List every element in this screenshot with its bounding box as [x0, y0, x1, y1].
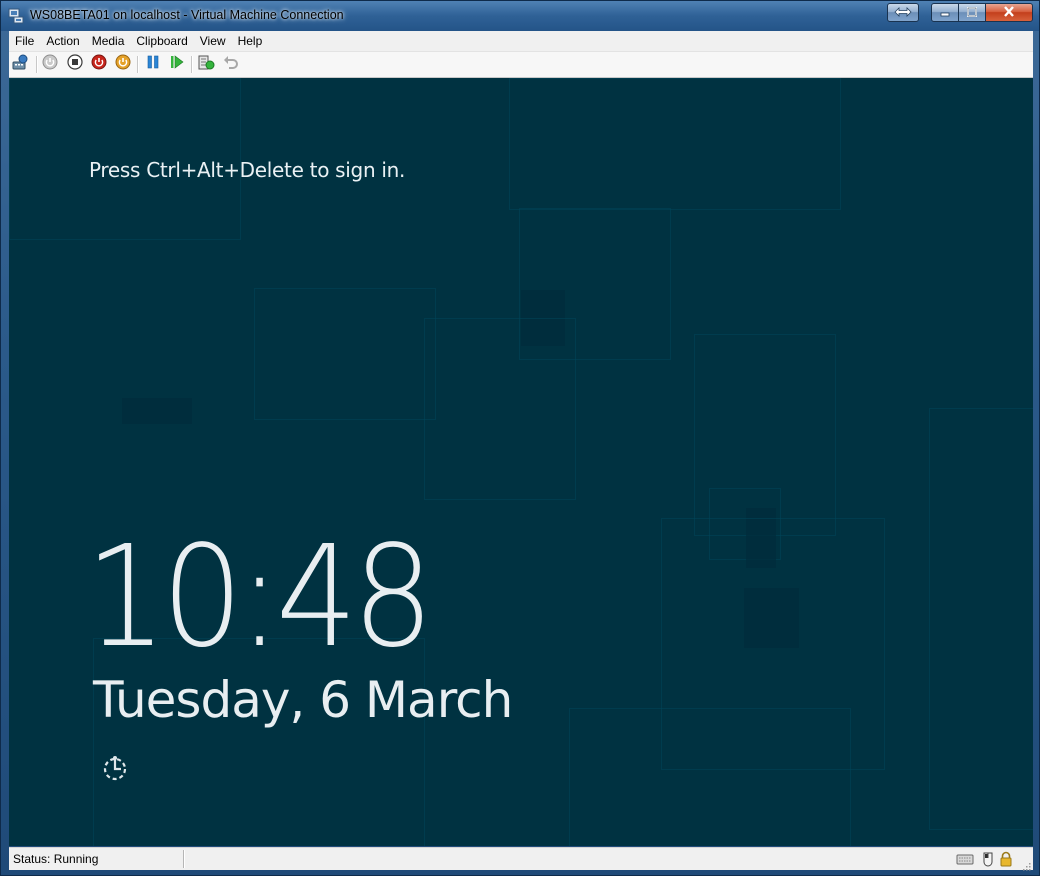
resize-arrows-icon: [894, 4, 912, 22]
toolbar: [9, 52, 1033, 78]
window-title: WS08BETA01 on localhost - Virtual Machin…: [30, 8, 344, 22]
background-tile: [569, 708, 851, 846]
status-divider: [183, 850, 185, 868]
background-tile: [122, 398, 192, 424]
restore-button[interactable]: [958, 3, 986, 22]
lock-screen-date: Tuesday, 6 March: [93, 671, 513, 729]
fullscreen-button[interactable]: [887, 3, 919, 22]
vm-connection-window: WS08BETA01 on localhost - Virtual Machin…: [0, 0, 1040, 876]
mouse-icon: [979, 851, 997, 867]
menu-file[interactable]: File: [9, 31, 40, 51]
revert-button[interactable]: [222, 56, 239, 73]
snapshot-icon: [198, 54, 215, 76]
vm-connection-app-icon: [8, 8, 24, 24]
shut-down-icon: [91, 54, 107, 75]
menu-view[interactable]: View: [194, 31, 232, 51]
reset-icon: [169, 54, 185, 75]
toolbar-separator: [191, 56, 193, 73]
ctrl-alt-del-button[interactable]: [12, 54, 29, 76]
turn-off-icon: [66, 54, 83, 75]
background-tile: [509, 78, 841, 210]
restore-icon: [966, 4, 978, 22]
ctrl-alt-del-icon: [12, 54, 29, 76]
menu-help[interactable]: Help: [232, 31, 269, 51]
save-state-button[interactable]: [114, 54, 131, 75]
reset-button[interactable]: [168, 54, 185, 75]
status-text: Status: Running: [13, 852, 99, 866]
pause-icon: [145, 54, 161, 75]
menu-action[interactable]: Action: [40, 31, 85, 51]
save-icon: [115, 54, 131, 75]
keyboard-icon: [956, 851, 974, 867]
title-bar[interactable]: WS08BETA01 on localhost - Virtual Machin…: [1, 1, 1039, 31]
background-tile: [929, 408, 1033, 830]
pause-button[interactable]: [144, 54, 161, 75]
start-icon: [42, 54, 58, 75]
turn-off-button[interactable]: [66, 54, 83, 75]
menu-media[interactable]: Media: [86, 31, 131, 51]
status-bar: Status: Running: [9, 847, 1033, 871]
vm-display[interactable]: Press Ctrl+Alt+Delete to sign in. 10:48 …: [9, 78, 1033, 846]
minimize-icon: [940, 4, 950, 22]
start-button[interactable]: [41, 54, 58, 75]
lock-screen-clock: 10:48: [85, 516, 434, 679]
snapshot-button[interactable]: [198, 54, 215, 76]
menu-bar: File Action Media Clipboard View Help: [9, 31, 1033, 52]
toolbar-separator: [137, 56, 139, 73]
close-icon: [1003, 4, 1015, 22]
shut-down-button[interactable]: [90, 54, 107, 75]
background-tile: [424, 318, 576, 500]
close-button[interactable]: [985, 3, 1033, 22]
toolbar-separator: [36, 56, 38, 73]
menu-clipboard[interactable]: Clipboard: [130, 31, 193, 51]
background-tile: [744, 588, 799, 648]
background-tile: [254, 288, 436, 420]
resize-grip-icon[interactable]: [1021, 858, 1031, 871]
sign-in-prompt: Press Ctrl+Alt+Delete to sign in.: [89, 158, 406, 182]
lock-icon: [997, 851, 1015, 867]
ease-of-access-icon[interactable]: [101, 754, 129, 782]
minimize-button[interactable]: [931, 3, 959, 22]
revert-icon: [223, 54, 239, 75]
